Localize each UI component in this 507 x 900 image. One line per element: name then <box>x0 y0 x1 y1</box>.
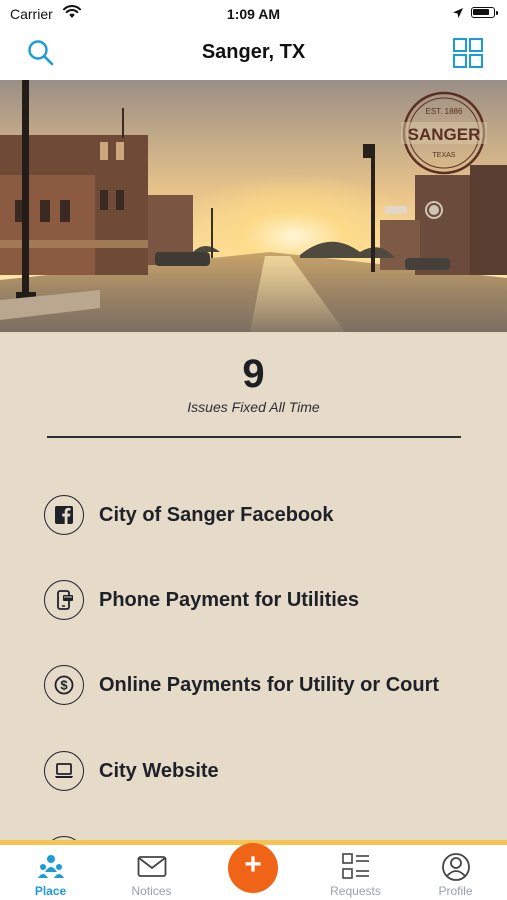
requests-list-icon <box>342 853 369 879</box>
tab-profile[interactable]: Profile <box>405 845 506 900</box>
link-label: Phone Payment for Utilities <box>99 589 360 611</box>
nav-bar: Sanger, TX <box>0 28 507 80</box>
tab-place[interactable]: Place <box>0 845 101 900</box>
issues-fixed-label: Issues Fixed All Time <box>187 399 320 415</box>
location-arrow-icon <box>453 8 463 18</box>
tab-label: Place <box>34 884 67 898</box>
link-item-online-payments[interactable]: $ Online Payments for Utility or Court <box>44 665 484 709</box>
grid-icon[interactable] <box>452 37 484 69</box>
tab-requests[interactable]: Requests <box>305 845 406 900</box>
tab-notices[interactable]: Notices <box>101 845 202 900</box>
plus-icon: + <box>244 848 262 881</box>
link-item-phone-payment[interactable]: Phone Payment for Utilities <box>44 580 484 624</box>
facebook-icon <box>44 495 84 535</box>
link-label: City Website <box>99 760 219 782</box>
profile-icon <box>442 853 470 881</box>
hero-image: EST. 1886 SANGER TEXAS <box>0 80 507 332</box>
tab-label: Notices <box>131 884 172 898</box>
tab-label: Requests <box>330 884 381 898</box>
dollar-icon: $ <box>44 665 84 705</box>
phone-payment-icon <box>44 580 84 620</box>
divider <box>47 436 461 438</box>
svg-text:$: $ <box>60 678 68 693</box>
add-request-button[interactable]: + <box>228 843 278 893</box>
status-bar: Carrier 1:09 AM <box>0 0 507 28</box>
link-label: City of Sanger Facebook <box>99 504 334 526</box>
page-title: Sanger, TX <box>201 41 306 63</box>
seal-top-text: EST. 1886 <box>426 107 463 116</box>
battery-icon <box>471 7 498 18</box>
issues-fixed-count: 9 <box>242 352 265 396</box>
sanger-texas-seal-logo: EST. 1886 SANGER TEXAS <box>401 91 487 175</box>
seal-bottom-text: TEXAS <box>433 152 456 159</box>
place-icon <box>38 855 64 878</box>
tab-label: Profile <box>438 884 473 898</box>
clock-time: 1:09 AM <box>226 6 281 22</box>
battery-level <box>473 9 489 15</box>
laptop-icon <box>44 751 84 791</box>
link-item-city-website[interactable]: City Website <box>44 751 484 795</box>
seal-name-text: SANGER <box>408 125 481 144</box>
envelope-icon <box>137 856 167 877</box>
link-item-facebook[interactable]: City of Sanger Facebook <box>44 495 484 539</box>
link-label: Online Payments for Utility or Court <box>99 674 440 696</box>
